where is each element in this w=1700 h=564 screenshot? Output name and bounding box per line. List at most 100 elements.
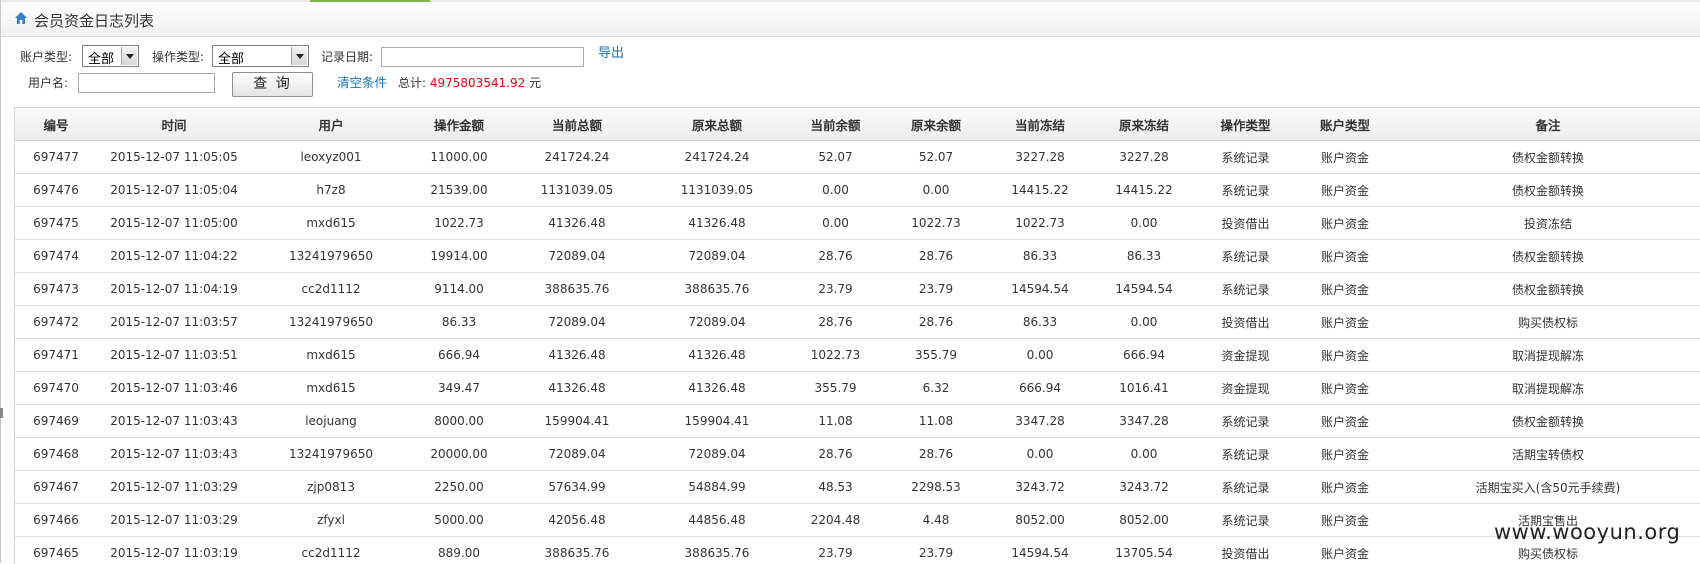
table-cell: 54884.99: [647, 471, 787, 504]
table-cell: 账户资金: [1295, 207, 1395, 240]
table-cell: 241724.24: [507, 141, 647, 174]
table-row[interactable]: 6974742015-12-07 11:04:22132419796501991…: [15, 240, 1700, 273]
table-cell: 14415.22: [988, 174, 1092, 207]
table-cell: 投资借出: [1196, 306, 1295, 339]
table-cell: 86.33: [411, 306, 507, 339]
table-cell: 系统记录: [1196, 471, 1295, 504]
table-cell: 投资冻结: [1395, 207, 1700, 240]
record-date-input[interactable]: [381, 47, 584, 67]
column-header: 备注: [1395, 108, 1700, 141]
table-cell: 13705.54: [1092, 537, 1196, 564]
chevron-down-icon[interactable]: [291, 47, 307, 65]
table-cell: mxd615: [251, 207, 411, 240]
table-cell: 28.76: [884, 306, 988, 339]
account-type-select[interactable]: 全部: [82, 45, 139, 67]
table-body: 6974772015-12-07 11:05:05leoxyz00111000.…: [15, 141, 1700, 564]
table-cell: 8000.00: [411, 405, 507, 438]
table-cell: 债权金额转换: [1395, 273, 1700, 306]
table-cell: 系统记录: [1196, 438, 1295, 471]
table-row[interactable]: 6974772015-12-07 11:05:05leoxyz00111000.…: [15, 141, 1700, 174]
query-button[interactable]: 查 询: [232, 72, 313, 97]
table-cell: 388635.76: [507, 537, 647, 564]
table-cell: 系统记录: [1196, 273, 1295, 306]
table-row[interactable]: 6974722015-12-07 11:03:571324197965086.3…: [15, 306, 1700, 339]
table-cell: 2015-12-07 11:04:19: [97, 273, 251, 306]
table-cell: 账户资金: [1295, 240, 1395, 273]
table-row[interactable]: 6974752015-12-07 11:05:00mxd6151022.7341…: [15, 207, 1700, 240]
table-header-row: 编号时间用户操作金额当前总额原来总额当前余额原来余额当前冻结原来冻结操作类型账户…: [15, 108, 1700, 141]
table-cell: 3227.28: [1092, 141, 1196, 174]
table-row[interactable]: 6974692015-12-07 11:03:43leojuang8000.00…: [15, 405, 1700, 438]
table-cell: 1016.41: [1092, 372, 1196, 405]
table-cell: 697473: [15, 273, 97, 306]
table-row[interactable]: 6974712015-12-07 11:03:51mxd615666.94413…: [15, 339, 1700, 372]
table-cell: 28.76: [787, 438, 884, 471]
table-cell: 697475: [15, 207, 97, 240]
table-cell: 2015-12-07 11:03:46: [97, 372, 251, 405]
table-cell: 48.53: [787, 471, 884, 504]
clear-conditions-link[interactable]: 清空条件: [337, 73, 387, 93]
column-header: 操作金额: [411, 108, 507, 141]
table-cell: 697474: [15, 240, 97, 273]
chevron-down-icon[interactable]: [121, 47, 137, 65]
username-input[interactable]: [78, 73, 215, 93]
operation-type-select[interactable]: 全部: [212, 45, 309, 67]
table-row[interactable]: 6974682015-12-07 11:03:43132419796502000…: [15, 438, 1700, 471]
home-icon[interactable]: [14, 11, 28, 25]
column-header: 账户类型: [1295, 108, 1395, 141]
table-cell: h7z8: [251, 174, 411, 207]
table-cell: 13241979650: [251, 240, 411, 273]
table-cell: 241724.24: [647, 141, 787, 174]
table-cell: 72089.04: [647, 438, 787, 471]
table-cell: 8052.00: [1092, 504, 1196, 537]
table-cell: 账户资金: [1295, 504, 1395, 537]
table-cell: 系统记录: [1196, 405, 1295, 438]
table-cell: 系统记录: [1196, 174, 1295, 207]
column-header: 当前总额: [507, 108, 647, 141]
table-cell: 债权金额转换: [1395, 174, 1700, 207]
table-cell: 0.00: [988, 438, 1092, 471]
table-row[interactable]: 6974732015-12-07 11:04:19cc2d11129114.00…: [15, 273, 1700, 306]
table-cell: 2204.48: [787, 504, 884, 537]
table-row[interactable]: 6974762015-12-07 11:05:04h7z821539.00113…: [15, 174, 1700, 207]
table-cell: 666.94: [1092, 339, 1196, 372]
column-header: 操作类型: [1196, 108, 1295, 141]
table-row[interactable]: 6974662015-12-07 11:03:29zfyxl5000.00420…: [15, 504, 1700, 537]
export-link[interactable]: 导出: [598, 44, 624, 64]
table-cell: zjp0813: [251, 471, 411, 504]
table-cell: 系统记录: [1196, 504, 1295, 537]
table-cell: 2015-12-07 11:03:57: [97, 306, 251, 339]
table-cell: 388635.76: [507, 273, 647, 306]
table-cell: 23.79: [787, 273, 884, 306]
table-cell: 159904.41: [647, 405, 787, 438]
table-cell: 1022.73: [411, 207, 507, 240]
table-cell: 41326.48: [647, 339, 787, 372]
column-header: 原来余额: [884, 108, 988, 141]
table-cell: 697471: [15, 339, 97, 372]
table-cell: leoxyz001: [251, 141, 411, 174]
table-row[interactable]: 6974652015-12-07 11:03:19cc2d1112889.003…: [15, 537, 1700, 564]
table-cell: 0.00: [787, 207, 884, 240]
table-cell: 9114.00: [411, 273, 507, 306]
table-cell: 1131039.05: [507, 174, 647, 207]
table-cell: 889.00: [411, 537, 507, 564]
table-cell: 388635.76: [647, 537, 787, 564]
table-row[interactable]: 6974672015-12-07 11:03:29zjp08132250.005…: [15, 471, 1700, 504]
table-cell: 666.94: [411, 339, 507, 372]
table-cell: 72089.04: [507, 306, 647, 339]
table-row[interactable]: 6974702015-12-07 11:03:46mxd615349.47413…: [15, 372, 1700, 405]
table-cell: 账户资金: [1295, 537, 1395, 564]
table-cell: 697476: [15, 174, 97, 207]
table-cell: mxd615: [251, 372, 411, 405]
table-cell: 2015-12-07 11:04:22: [97, 240, 251, 273]
table-cell: 14594.54: [988, 273, 1092, 306]
table-cell: 697466: [15, 504, 97, 537]
table-cell: 投资借出: [1196, 207, 1295, 240]
table-cell: 资金提现: [1196, 339, 1295, 372]
table-cell: 23.79: [787, 537, 884, 564]
table-cell: 20000.00: [411, 438, 507, 471]
table-cell: 666.94: [988, 372, 1092, 405]
table-cell: 57634.99: [507, 471, 647, 504]
table-cell: 资金提现: [1196, 372, 1295, 405]
side-collapse-handle[interactable]: [0, 408, 3, 418]
